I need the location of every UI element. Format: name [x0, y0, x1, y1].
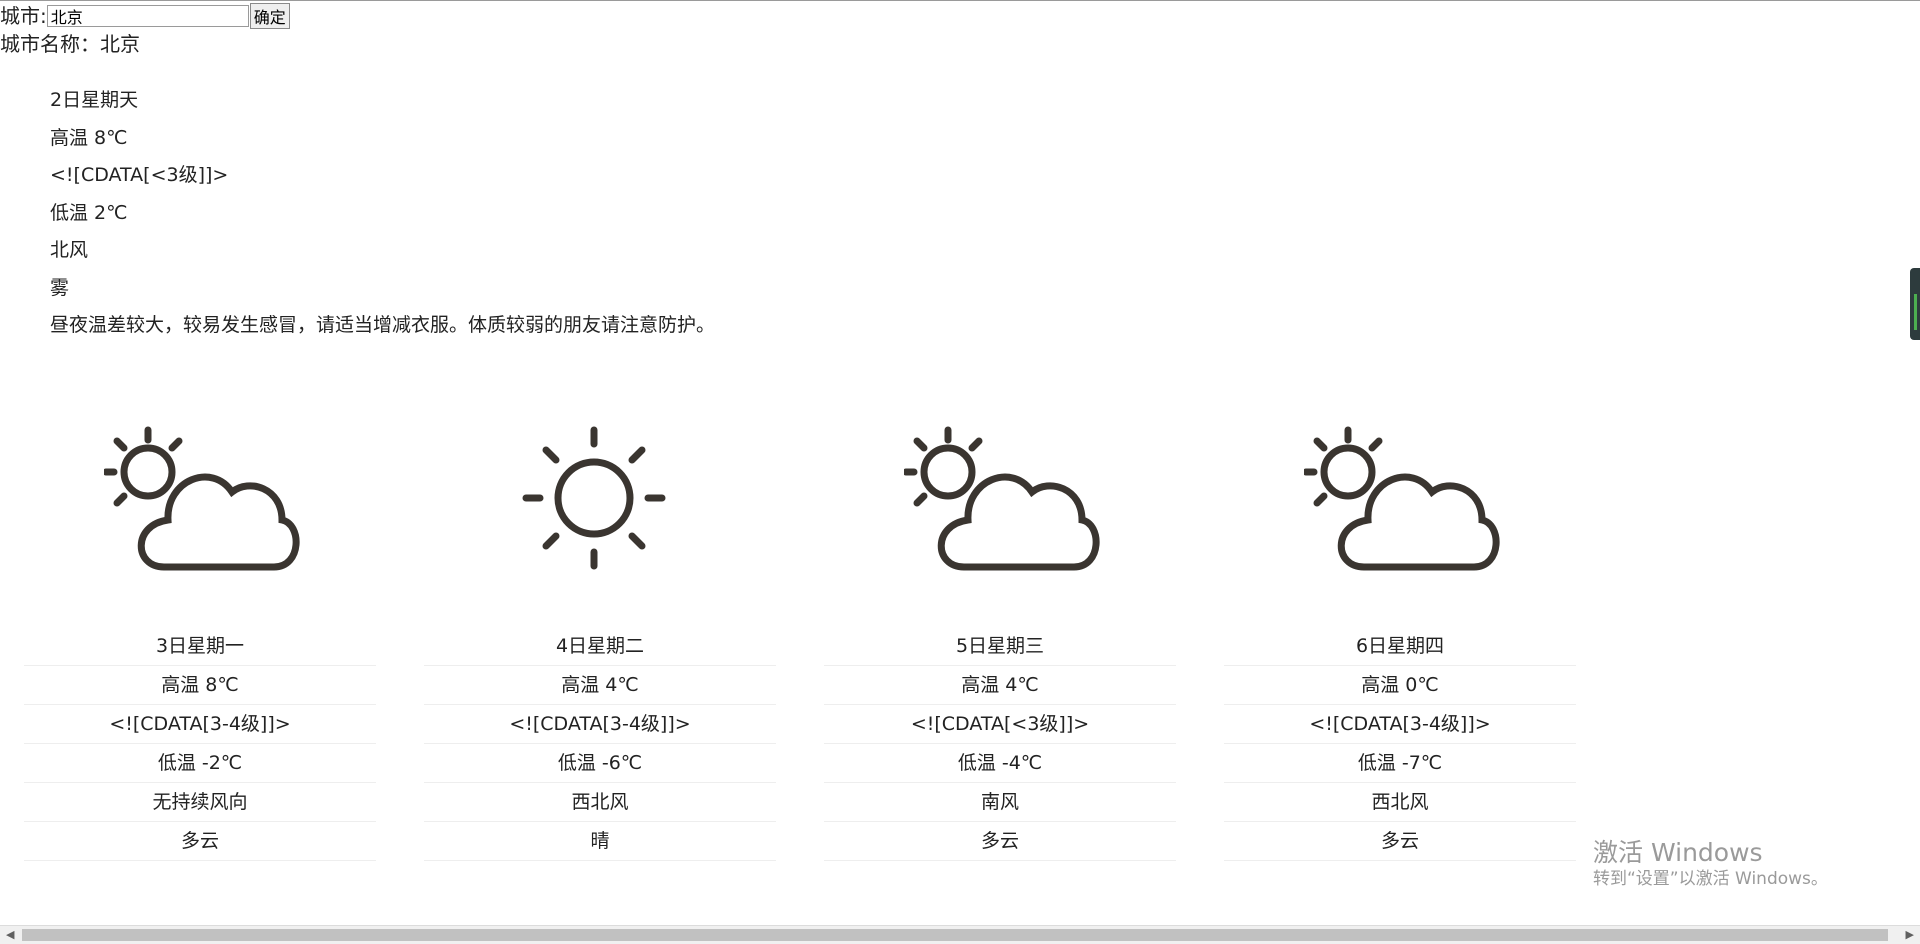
activation-subtitle: 转到“设置”以激活 Windows。	[1593, 869, 1828, 889]
horizontal-scrollbar[interactable]: ◀ ▶	[0, 925, 1920, 944]
scroll-right-icon[interactable]: ▶	[1906, 928, 1914, 942]
today-low-temp: 低温 2℃	[50, 201, 128, 224]
partly-cloudy-icon	[104, 420, 304, 580]
forecast-details: 5日星期三 高温 4℃ <![CDATA[<3级]]> 低温 -4℃ 南风 多云	[824, 627, 1176, 861]
forecast-low-temp: 低温 -2℃	[24, 744, 376, 783]
forecast-weather: 多云	[1224, 822, 1576, 861]
forecast-wind-power: <![CDATA[<3级]]>	[824, 705, 1176, 744]
partly-cloudy-icon	[904, 420, 1104, 580]
city-input[interactable]	[46, 5, 249, 27]
forecast-wind-power: <![CDATA[3-4级]]>	[1224, 705, 1576, 744]
activation-title: 激活 Windows	[1593, 838, 1763, 867]
forecast-date: 5日星期三	[824, 627, 1176, 666]
top-border	[0, 0, 1920, 1]
forecast-date: 6日星期四	[1224, 627, 1576, 666]
city-label: 城市:	[0, 4, 47, 28]
forecast-wind-power: <![CDATA[3-4级]]>	[24, 705, 376, 744]
forecast-high-temp: 高温 4℃	[824, 666, 1176, 705]
forecast-weather: 晴	[424, 822, 776, 861]
forecast-wind-direction: 南风	[824, 783, 1176, 822]
today-high-temp: 高温 8℃	[50, 126, 128, 149]
today-weather: 2日星期天 高温 8℃ <![CDATA[<3级]]> 低温 2℃ 北风 雾 昼…	[50, 86, 715, 349]
city-search-form: 城市: 确定	[0, 3, 290, 29]
today-date: 2日星期天	[50, 89, 139, 111]
forecast-high-temp: 高温 4℃	[424, 666, 776, 705]
forecast-details: 6日星期四 高温 0℃ <![CDATA[3-4级]]> 低温 -7℃ 西北风 …	[1224, 627, 1576, 861]
forecast-wind-direction: 西北风	[424, 783, 776, 822]
forecast-high-temp: 高温 8℃	[24, 666, 376, 705]
today-wind-power: <![CDATA[<3级]]>	[50, 164, 229, 186]
forecast-date: 4日星期二	[424, 627, 776, 666]
forecast-high-temp: 高温 0℃	[1224, 666, 1576, 705]
forecast-weather: 多云	[24, 822, 376, 861]
side-tab-indicator	[1914, 294, 1917, 330]
forecast-details: 4日星期二 高温 4℃ <![CDATA[3-4级]]> 低温 -6℃ 西北风 …	[424, 627, 776, 861]
today-weather-type: 雾	[50, 276, 70, 299]
forecast-details: 3日星期一 高温 8℃ <![CDATA[3-4级]]> 低温 -2℃ 无持续风…	[24, 627, 376, 861]
forecast-wind-direction: 无持续风向	[24, 783, 376, 822]
forecast-weather: 多云	[824, 822, 1176, 861]
today-advice: 昼夜温差较大，较易发生感冒，请适当增减衣服。体质较弱的朋友请注意防护。	[50, 314, 716, 336]
city-name-text: 城市名称：北京	[0, 32, 140, 56]
today-wind-direction: 北风	[50, 239, 89, 261]
forecast-wind-power: <![CDATA[3-4级]]>	[424, 705, 776, 744]
confirm-button[interactable]: 确定	[249, 3, 290, 29]
forecast-low-temp: 低温 -7℃	[1224, 744, 1576, 783]
forecast-date: 3日星期一	[24, 627, 376, 666]
forecast-low-temp: 低温 -4℃	[824, 744, 1176, 783]
side-panel-tab[interactable]	[1910, 268, 1920, 340]
sunny-icon	[504, 420, 704, 580]
forecast-low-temp: 低温 -6℃	[424, 744, 776, 783]
scrollbar-thumb[interactable]	[22, 929, 1888, 941]
windows-activation-watermark: 激活 Windows 转到“设置”以激活 Windows。	[1593, 838, 1828, 890]
scroll-left-icon[interactable]: ◀	[6, 928, 14, 942]
partly-cloudy-icon	[1304, 420, 1504, 580]
forecast-wind-direction: 西北风	[1224, 783, 1576, 822]
